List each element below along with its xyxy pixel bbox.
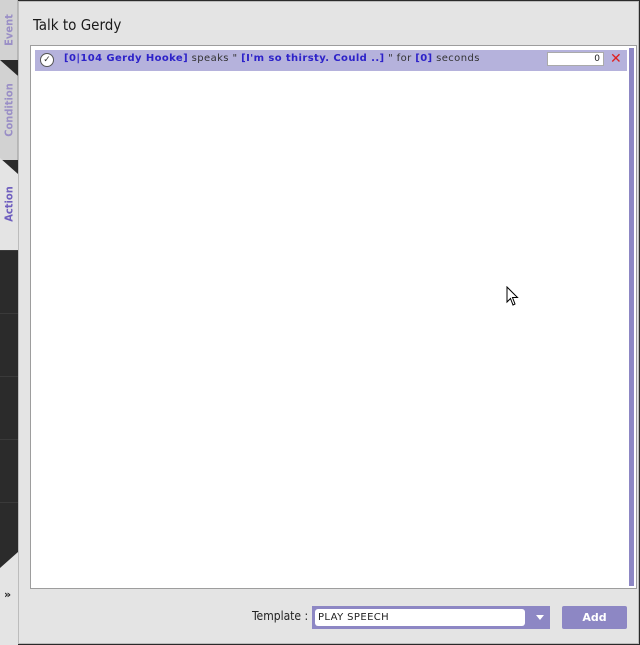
speech-param-link[interactable]: [I'm so thirsty. Could ..] [241,53,384,64]
action-list[interactable]: ✓ [0|104 Gerdy Hooke] speaks " [I'm so t… [30,45,637,589]
unit-text: seconds [436,53,480,64]
action-description: [0|104 Gerdy Hooke] speaks " [I'm so thi… [64,53,480,64]
tab-event-label: Event [2,14,15,46]
double-chevron-right-icon: » [4,588,12,601]
tab-action[interactable]: Action [0,158,18,250]
expand-panel-button[interactable]: » [0,552,18,645]
checkmark-circle-icon[interactable]: ✓ [40,53,54,67]
tab-event[interactable]: Event [0,0,18,60]
action-editor-panel: Talk to Gerdy ✓ [0|104 Gerdy Hooke] spea… [18,1,639,644]
actor-param-link[interactable]: [0|104 Gerdy Hooke] [64,53,188,64]
chevron-down-icon[interactable] [536,615,544,620]
close-x-icon[interactable]: ✕ [610,51,622,67]
tab-slot [0,376,18,439]
verb-text: speaks [191,53,229,64]
tab-condition-label: Condition [2,83,15,137]
tab-slot [0,250,18,313]
template-label: Template : [252,609,309,623]
tab-action-label: Action [2,186,16,222]
vertical-scrollbar[interactable] [629,48,634,586]
duration-param-link[interactable]: [0] [415,53,432,64]
tab-condition[interactable]: Condition [0,60,18,160]
template-selected-value[interactable]: PLAY SPEECH [315,609,525,626]
tab-slot [0,313,18,376]
action-value-field[interactable]: 0 [547,52,604,66]
action-row[interactable]: ✓ [0|104 Gerdy Hooke] speaks " [I'm so t… [35,50,627,71]
template-dropdown[interactable]: PLAY SPEECH [312,606,550,629]
mouse-cursor-icon [506,286,519,306]
quote-open-text: " [232,53,238,64]
window-title: Talk to Gerdy [33,16,122,34]
add-button[interactable]: Add [562,606,627,629]
quote-close-text: " for [388,53,412,64]
tab-slot [0,439,18,502]
